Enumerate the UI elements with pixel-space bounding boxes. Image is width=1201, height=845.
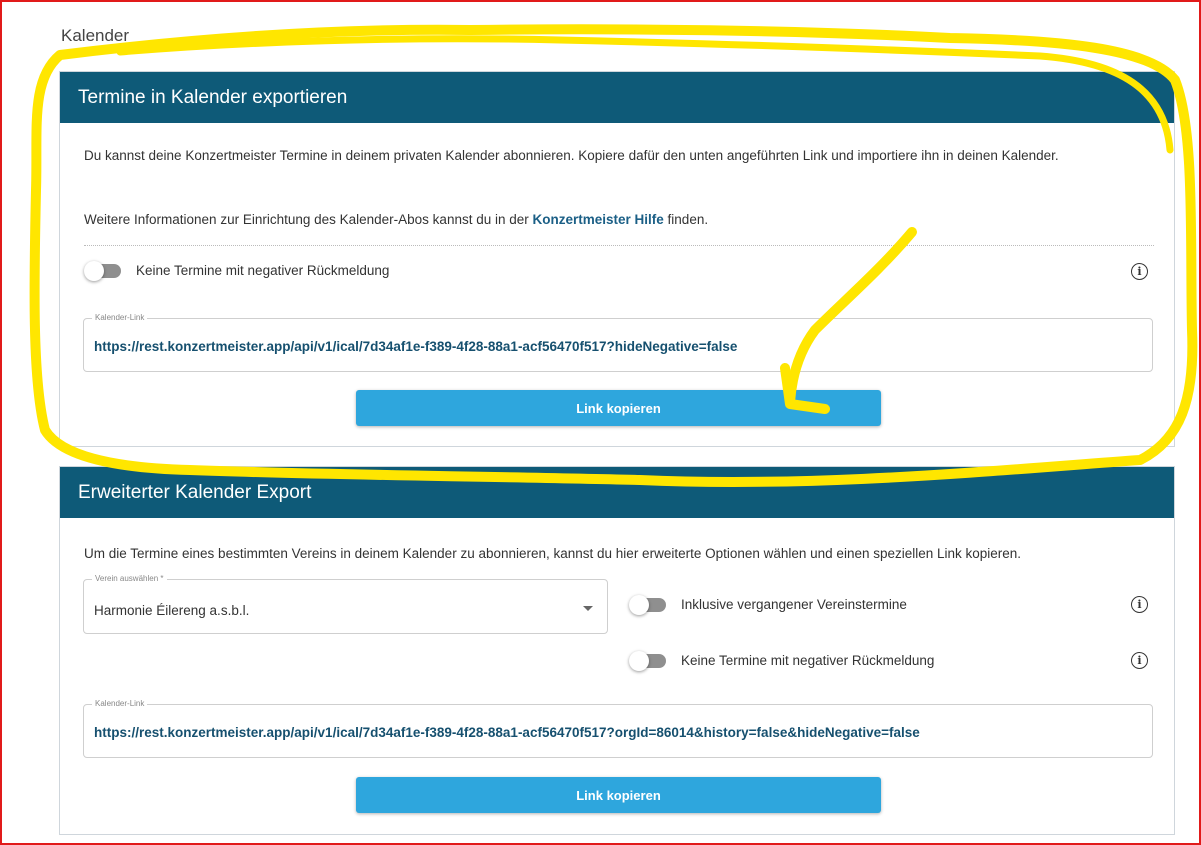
export-card-header: Termine in Kalender exportieren	[60, 72, 1174, 123]
extended-card-header: Erweiterter Kalender Export	[60, 467, 1174, 518]
calendar-link-label: Kalender-Link	[92, 313, 148, 322]
copy-link-button[interactable]: Link kopieren	[356, 390, 881, 426]
page-title: Kalender	[61, 26, 130, 45]
export-info-text: Weitere Informationen zur Einrichtung de…	[84, 209, 1144, 231]
verein-select-value: Harmonie Éilereng a.s.b.l.	[94, 603, 250, 618]
extended-export-card: Erweiterter Kalender Export Um die Termi…	[59, 466, 1175, 835]
toggle-negative-ext-label: Keine Termine mit negativer Rückmeldung	[681, 653, 935, 668]
extended-copy-link-button[interactable]: Link kopieren	[356, 777, 881, 813]
export-description: Du kannst deine Konzertmeister Termine i…	[84, 148, 1059, 163]
export-card: Termine in Kalender exportieren Du kanns…	[59, 71, 1175, 447]
calendar-link-value: https://rest.konzertmeister.app/api/v1/i…	[94, 339, 738, 354]
calendar-link-field[interactable]: Kalender-Link https://rest.konzertmeiste…	[83, 313, 1153, 372]
toggle-knob	[629, 650, 649, 671]
toggle-knob	[84, 260, 104, 281]
toggle-negative-switch[interactable]	[84, 260, 121, 281]
toggle-history-row: Inklusive vergangener Vereinstermine	[629, 594, 907, 615]
toggle-history-switch[interactable]	[629, 594, 666, 615]
help-link[interactable]: Konzertmeister Hilfe	[533, 212, 664, 227]
verein-select-label: Verein auswählen *	[92, 574, 167, 583]
info-icon[interactable]: i	[1131, 652, 1148, 669]
info-suffix: finden.	[663, 212, 709, 227]
toggle-negative-ext-switch[interactable]	[629, 650, 666, 671]
verein-select[interactable]: Verein auswählen * Harmonie Éilereng a.s…	[83, 574, 608, 634]
divider	[84, 245, 1154, 246]
info-icon[interactable]: i	[1131, 263, 1148, 280]
info-prefix: Weitere Informationen zur Einrichtung de…	[84, 212, 533, 227]
info-icon[interactable]: i	[1131, 596, 1148, 613]
extended-description: Um die Termine eines bestimmten Vereins …	[84, 546, 1022, 561]
extended-calendar-link-field[interactable]: Kalender-Link https://rest.konzertmeiste…	[83, 699, 1153, 758]
toggle-negative-ext-row: Keine Termine mit negativer Rückmeldung	[629, 650, 935, 671]
toggle-negative-label: Keine Termine mit negativer Rückmeldung	[136, 263, 390, 278]
toggle-history-label: Inklusive vergangener Vereinstermine	[681, 597, 907, 612]
extended-calendar-link-label: Kalender-Link	[92, 699, 148, 708]
toggle-negative-row: Keine Termine mit negativer Rückmeldung	[84, 260, 390, 281]
chevron-down-icon	[583, 606, 593, 611]
extended-calendar-link-value: https://rest.konzertmeister.app/api/v1/i…	[94, 725, 920, 740]
toggle-knob	[629, 594, 649, 615]
